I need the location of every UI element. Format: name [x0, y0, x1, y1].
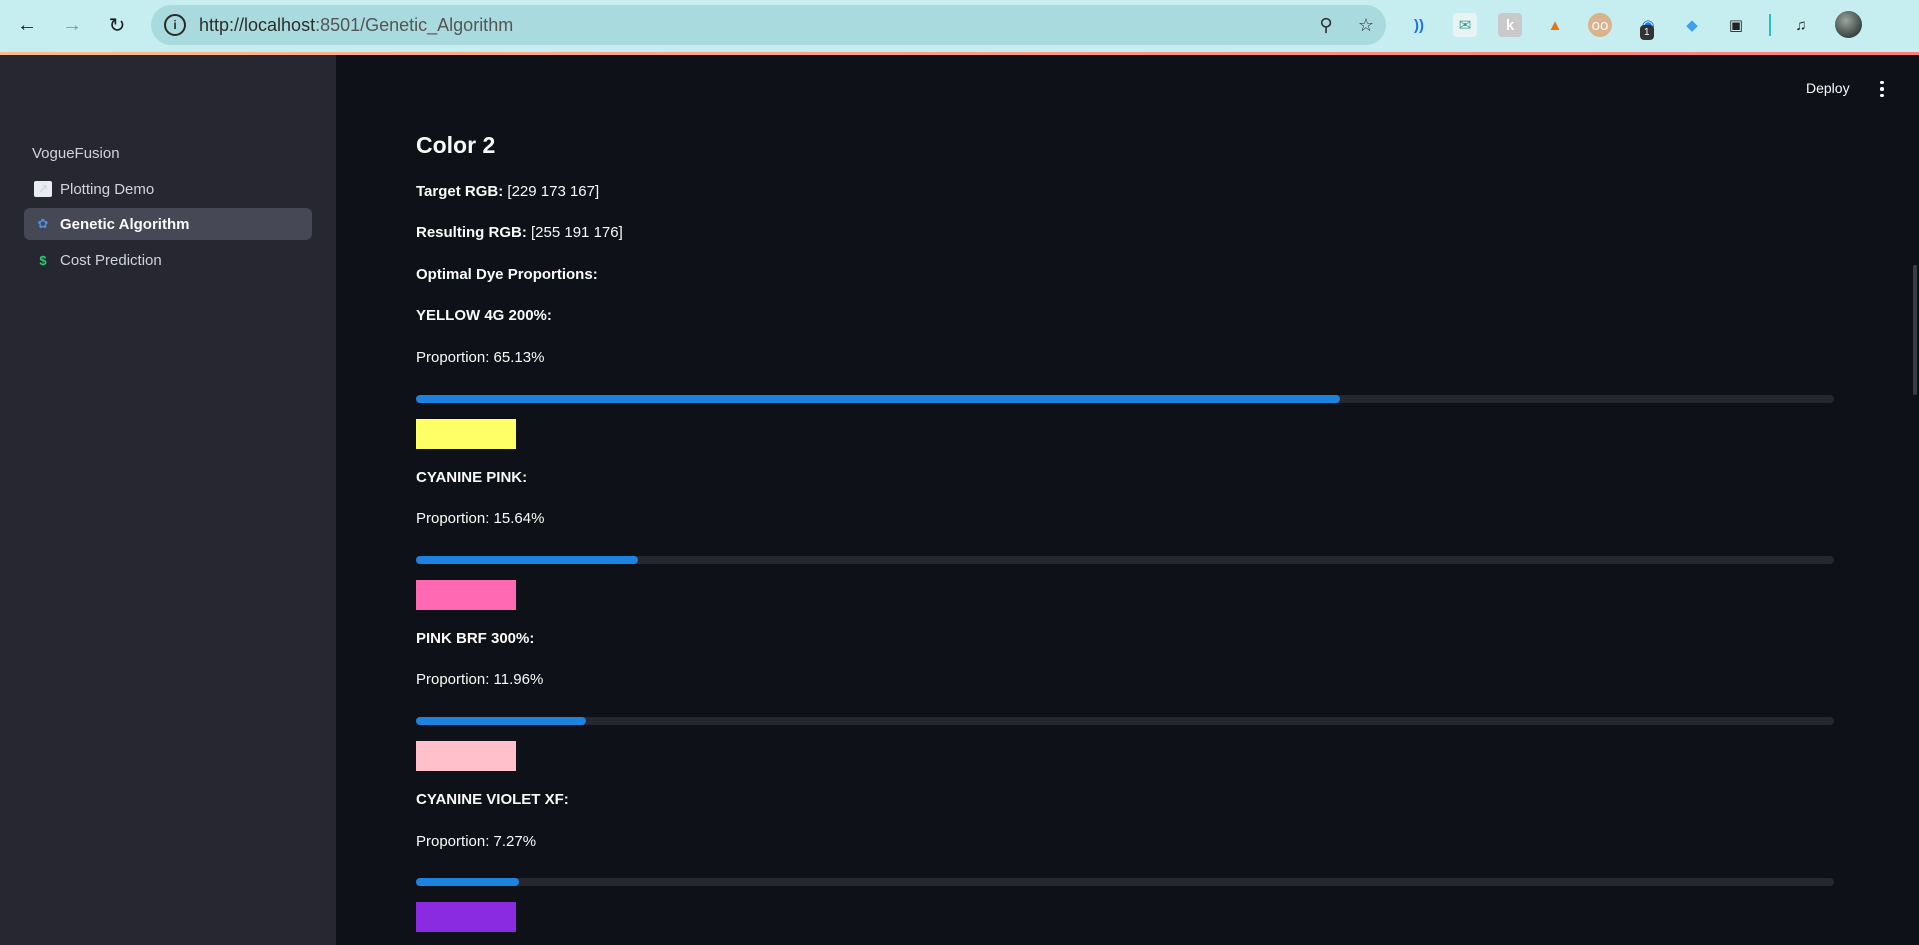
dye-proportion-text: Proportion: 15.64%: [416, 510, 545, 527]
bookmark-star-icon[interactable]: ☆: [1346, 15, 1386, 36]
color-swatch: [416, 741, 516, 771]
dye-name: YELLOW 4G 200%:: [416, 307, 552, 324]
diamond-extension-icon[interactable]: ◆: [1680, 13, 1704, 37]
deploy-button[interactable]: Deploy: [1806, 80, 1850, 96]
dollar-icon: $: [39, 252, 47, 268]
progress-fill: [416, 556, 638, 564]
media-queue-icon[interactable]: ♫: [1789, 13, 1813, 37]
dye-name-text: CYANINE PINK:: [416, 469, 528, 486]
sidebar-item-label: Genetic Algorithm: [60, 215, 190, 233]
dye-name-text: CYANINE VIOLET XF:: [416, 791, 569, 808]
dye-name: CYANINE PINK:: [416, 469, 527, 486]
target-rgb-label: Target RGB:: [416, 183, 504, 200]
target-rgb-line: Target RGB: [229 173 167]: [416, 183, 599, 200]
site-info-icon[interactable]: i: [164, 14, 186, 36]
dye-name: CYANINE VIOLET XF:: [416, 791, 569, 808]
progress-bar: [416, 556, 1834, 564]
optimal-dye-heading: Optimal Dye Proportions:: [416, 266, 598, 283]
progress-bar: [416, 395, 1834, 403]
progress-bar: [416, 717, 1834, 725]
progress-fill: [416, 395, 1340, 403]
reload-icon[interactable]: ↻: [102, 10, 132, 40]
progress-fill: [416, 717, 586, 725]
scrollbar-thumb[interactable]: [1913, 265, 1917, 395]
dye-proportion-text: Proportion: 7.27%: [416, 833, 537, 850]
resulting-rgb-line: Resulting RGB: [255 191 176]: [416, 224, 623, 241]
color-swatch: [416, 902, 516, 932]
target-rgb-value: [229 173 167]: [507, 183, 600, 200]
toolbar-divider: [1769, 14, 1771, 36]
fox-extension-icon[interactable]: ▲: [1543, 13, 1567, 37]
profile-avatar[interactable]: [1835, 11, 1862, 38]
browser-toolbar: ← → ↻ i http://localhost:8501/Genetic_Al…: [0, 0, 1919, 52]
sidebar-item-plotting-demo[interactable]: ↗ Plotting Demo: [24, 173, 312, 205]
optimal-dye-label: Optimal Dye Proportions:: [416, 266, 598, 283]
color-swatch: [416, 580, 516, 610]
sidebar-item-cost-prediction[interactable]: $ Cost Prediction: [24, 244, 312, 276]
url-path: :8501/Genetic_Algorithm: [315, 14, 514, 35]
main-menu-icon[interactable]: [1874, 78, 1890, 100]
extension-badge: 1: [1640, 25, 1654, 40]
progress-bar: [416, 878, 1834, 886]
url-text[interactable]: http://localhost:8501/Genetic_Algorithm: [199, 15, 1306, 36]
dye-name-text: YELLOW 4G 200%:: [416, 307, 552, 324]
dye-name-text: PINK BRF 300%:: [416, 630, 535, 647]
progress-fill: [416, 878, 520, 886]
url-host: http://localhost: [199, 14, 316, 35]
resulting-rgb-label: Resulting RGB:: [416, 224, 527, 241]
audio-extension-icon[interactable]: )): [1407, 13, 1431, 37]
address-bar[interactable]: i http://localhost:8501/Genetic_Algorith…: [151, 5, 1386, 45]
dye-proportion-text: Proportion: 65.13%: [416, 349, 545, 366]
back-icon[interactable]: ←: [12, 10, 42, 40]
k-extension-icon[interactable]: k: [1498, 13, 1522, 37]
sidebar-item-label: Cost Prediction: [60, 251, 162, 269]
section-title: Color 2: [416, 132, 496, 158]
forward-icon[interactable]: →: [57, 10, 87, 40]
dye-proportion-text: Proportion: 11.96%: [416, 671, 544, 688]
sidebar-item-genetic-algorithm[interactable]: ✿ Genetic Algorithm: [24, 208, 312, 240]
color-swatch: [416, 419, 516, 449]
glasses-extension-icon[interactable]: oo: [1588, 13, 1612, 37]
resulting-rgb-value: [255 191 176]: [531, 224, 623, 241]
puzzle-extensions-icon[interactable]: ▣: [1724, 13, 1748, 37]
zoom-icon[interactable]: ⚲: [1306, 15, 1346, 36]
sidebar-app-name[interactable]: VogueFusion: [32, 145, 120, 162]
dna-icon: ✿: [37, 216, 49, 231]
dye-name: PINK BRF 300%:: [416, 630, 534, 647]
sidebar-item-label: Plotting Demo: [60, 180, 155, 198]
mail-extension-icon[interactable]: ✉: [1453, 13, 1477, 37]
chart-icon: ↗: [34, 181, 52, 197]
sidebar: VogueFusion ↗ Plotting Demo ✿ Genetic Al…: [0, 55, 336, 945]
